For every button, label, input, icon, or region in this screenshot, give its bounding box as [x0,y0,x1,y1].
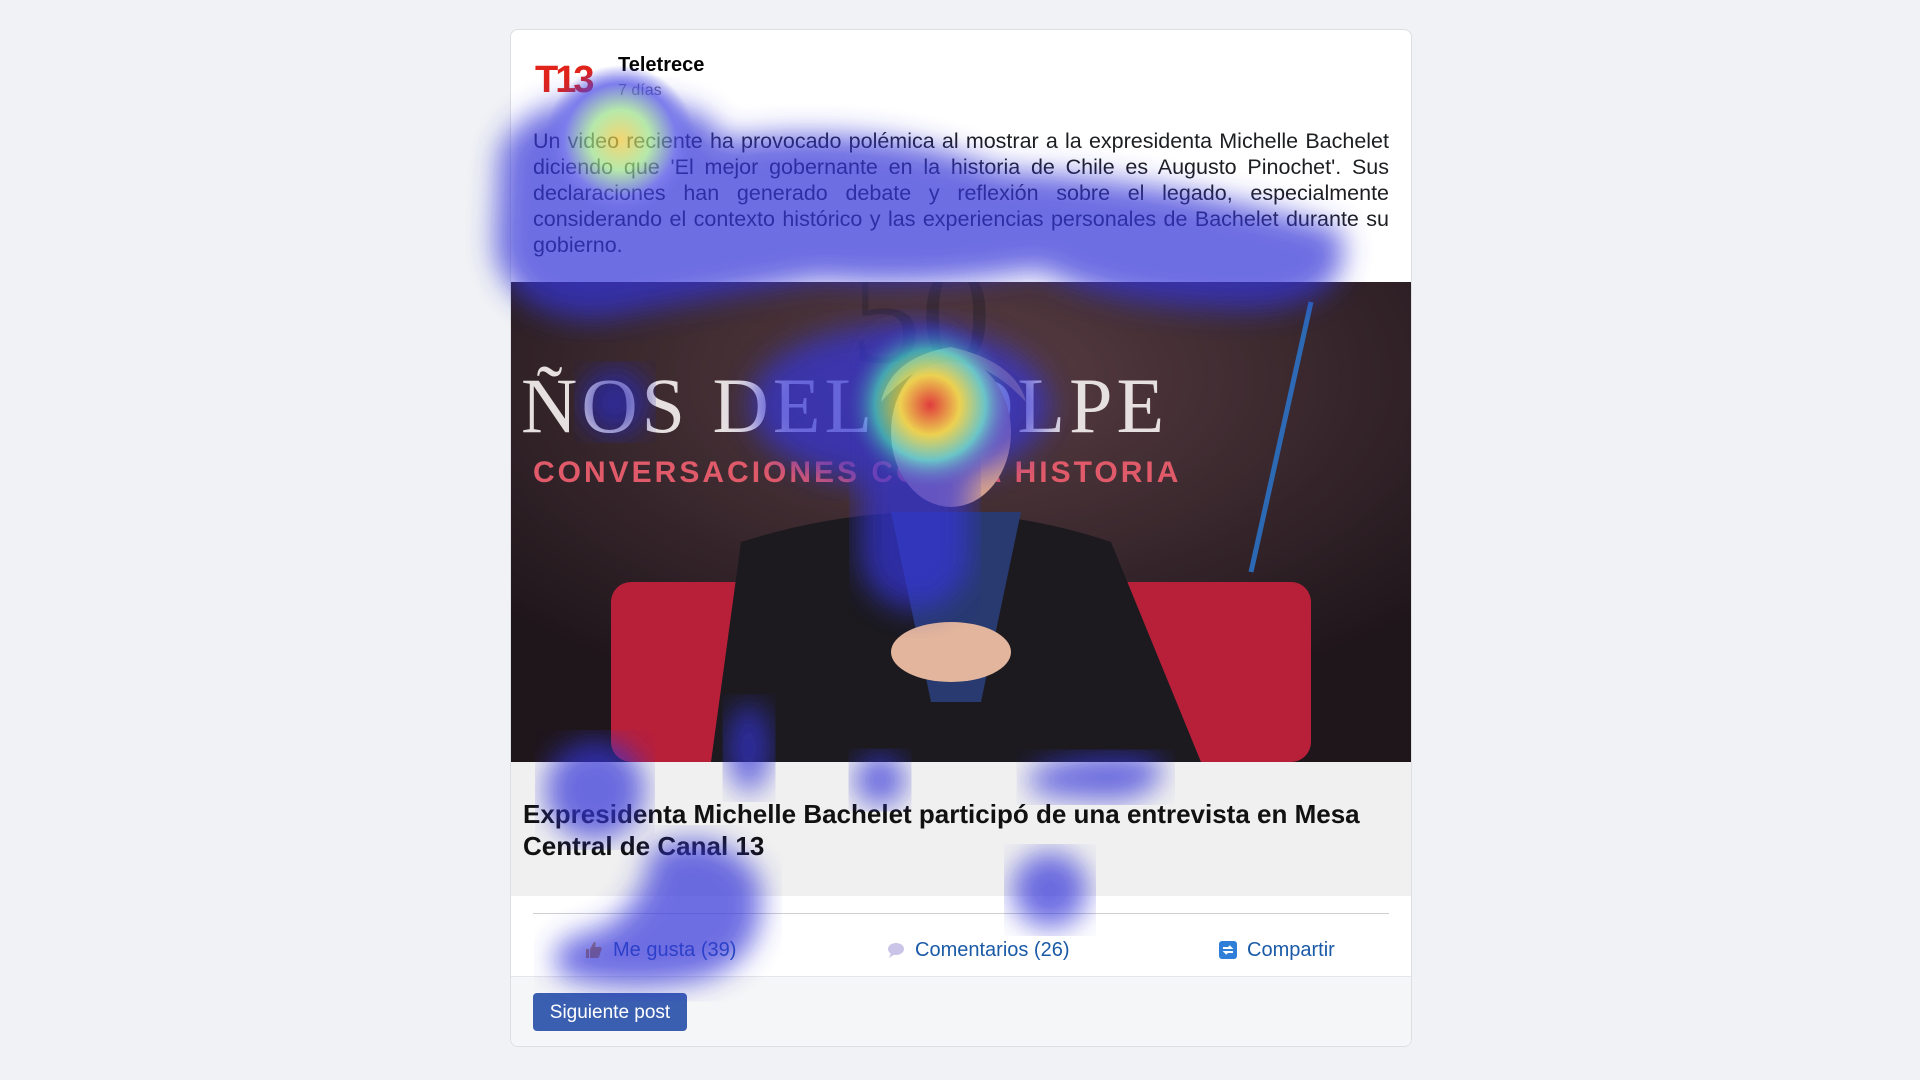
post-card: T13 Teletrece 7 días Un video reciente h… [510,29,1412,1047]
post-time[interactable]: 7 días [618,82,662,100]
interview-scene: 50 ÑOS DEL GOLPE CONVERSACIONES CON LA H… [511,282,1411,762]
teletrece-logo[interactable]: T13 [535,60,594,100]
link-preview[interactable]: Expresidenta Michelle Bachelet participó… [511,762,1411,896]
author-name[interactable]: Teletrece [618,54,704,77]
comment-button[interactable]: Comentarios (26) [885,920,1070,980]
like-label: Me gusta (39) [613,938,737,961]
link-title[interactable]: Expresidenta Michelle Bachelet participó… [523,798,1399,862]
like-button[interactable]: Me gusta (39) [583,920,736,980]
thumbs-up-icon [583,939,605,961]
card-footer: Siguiente post [511,976,1411,1046]
action-bar: Me gusta (39) Comentarios (26) Compartir [511,920,1411,980]
comment-label: Comentarios (26) [915,938,1070,961]
divider [533,913,1389,914]
banner-subtitle: CONVERSACIONES CON LA HISTORIA [533,456,1181,489]
post-image[interactable]: 50 ÑOS DEL GOLPE CONVERSACIONES CON LA H… [511,282,1411,762]
banner-title: ÑOS DEL GOLPE [521,362,1168,449]
share-button[interactable]: Compartir [1217,920,1335,980]
share-label: Compartir [1247,938,1335,961]
next-post-button[interactable]: Siguiente post [533,993,687,1031]
post-text: Un video reciente ha provocado polémica … [533,129,1389,257]
share-icon [1217,939,1239,961]
speech-bubble-icon [885,939,907,961]
post-header: T13 Teletrece 7 días [535,52,1395,108]
